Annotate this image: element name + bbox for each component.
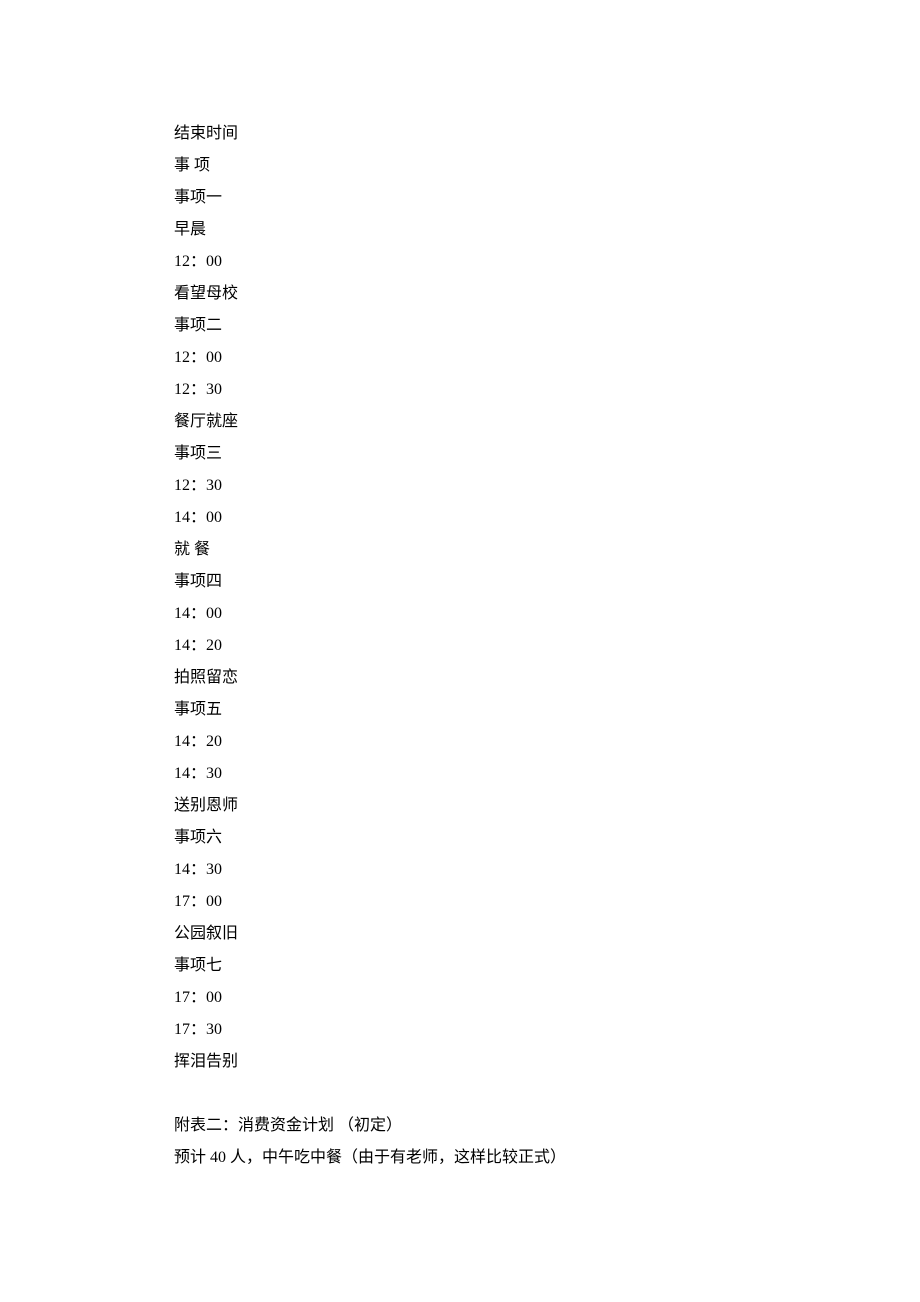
item-start: 早晨 [174,214,920,246]
item-end: 14：30 [174,758,920,790]
document-body: 结束时间 事 项 事项一 早晨 12：00 看望母校 事项二 12：00 12：… [174,118,920,1174]
item-desc: 餐厅就座 [174,406,920,438]
item-label: 事项二 [174,310,920,342]
item-end: 17：00 [174,886,920,918]
item-desc: 挥泪告别 [174,1046,920,1078]
item-end: 14：20 [174,630,920,662]
item-start: 14：30 [174,854,920,886]
item-desc: 拍照留恋 [174,662,920,694]
item-end: 17：30 [174,1014,920,1046]
appendix-title: 附表二：消费资金计划 （初定） [174,1110,920,1142]
item-start: 12：00 [174,342,920,374]
item-desc: 公园叙旧 [174,918,920,950]
item-desc: 看望母校 [174,278,920,310]
item-label: 事项六 [174,822,920,854]
item-start: 12：30 [174,470,920,502]
item-end: 12：30 [174,374,920,406]
item-end: 14：00 [174,502,920,534]
item-label: 事项三 [174,438,920,470]
item-start: 14：00 [174,598,920,630]
appendix-note: 预计 40 人，中午吃中餐（由于有老师，这样比较正式） [174,1142,920,1174]
text: 餐 [194,541,210,558]
item-desc: 就 餐 [174,534,920,566]
item-label: 事项一 [174,182,920,214]
end-time-label: 结束时间 [174,118,920,150]
item-label: 事项四 [174,566,920,598]
item-start: 17：00 [174,982,920,1014]
text: 事 [174,157,190,174]
text: 项 [194,157,210,174]
text: 就 [174,541,190,558]
item-end: 12：00 [174,246,920,278]
item-desc: 送别恩师 [174,790,920,822]
item-label: 事项五 [174,694,920,726]
item-header-label: 事 项 [174,150,920,182]
item-start: 14：20 [174,726,920,758]
item-label: 事项七 [174,950,920,982]
